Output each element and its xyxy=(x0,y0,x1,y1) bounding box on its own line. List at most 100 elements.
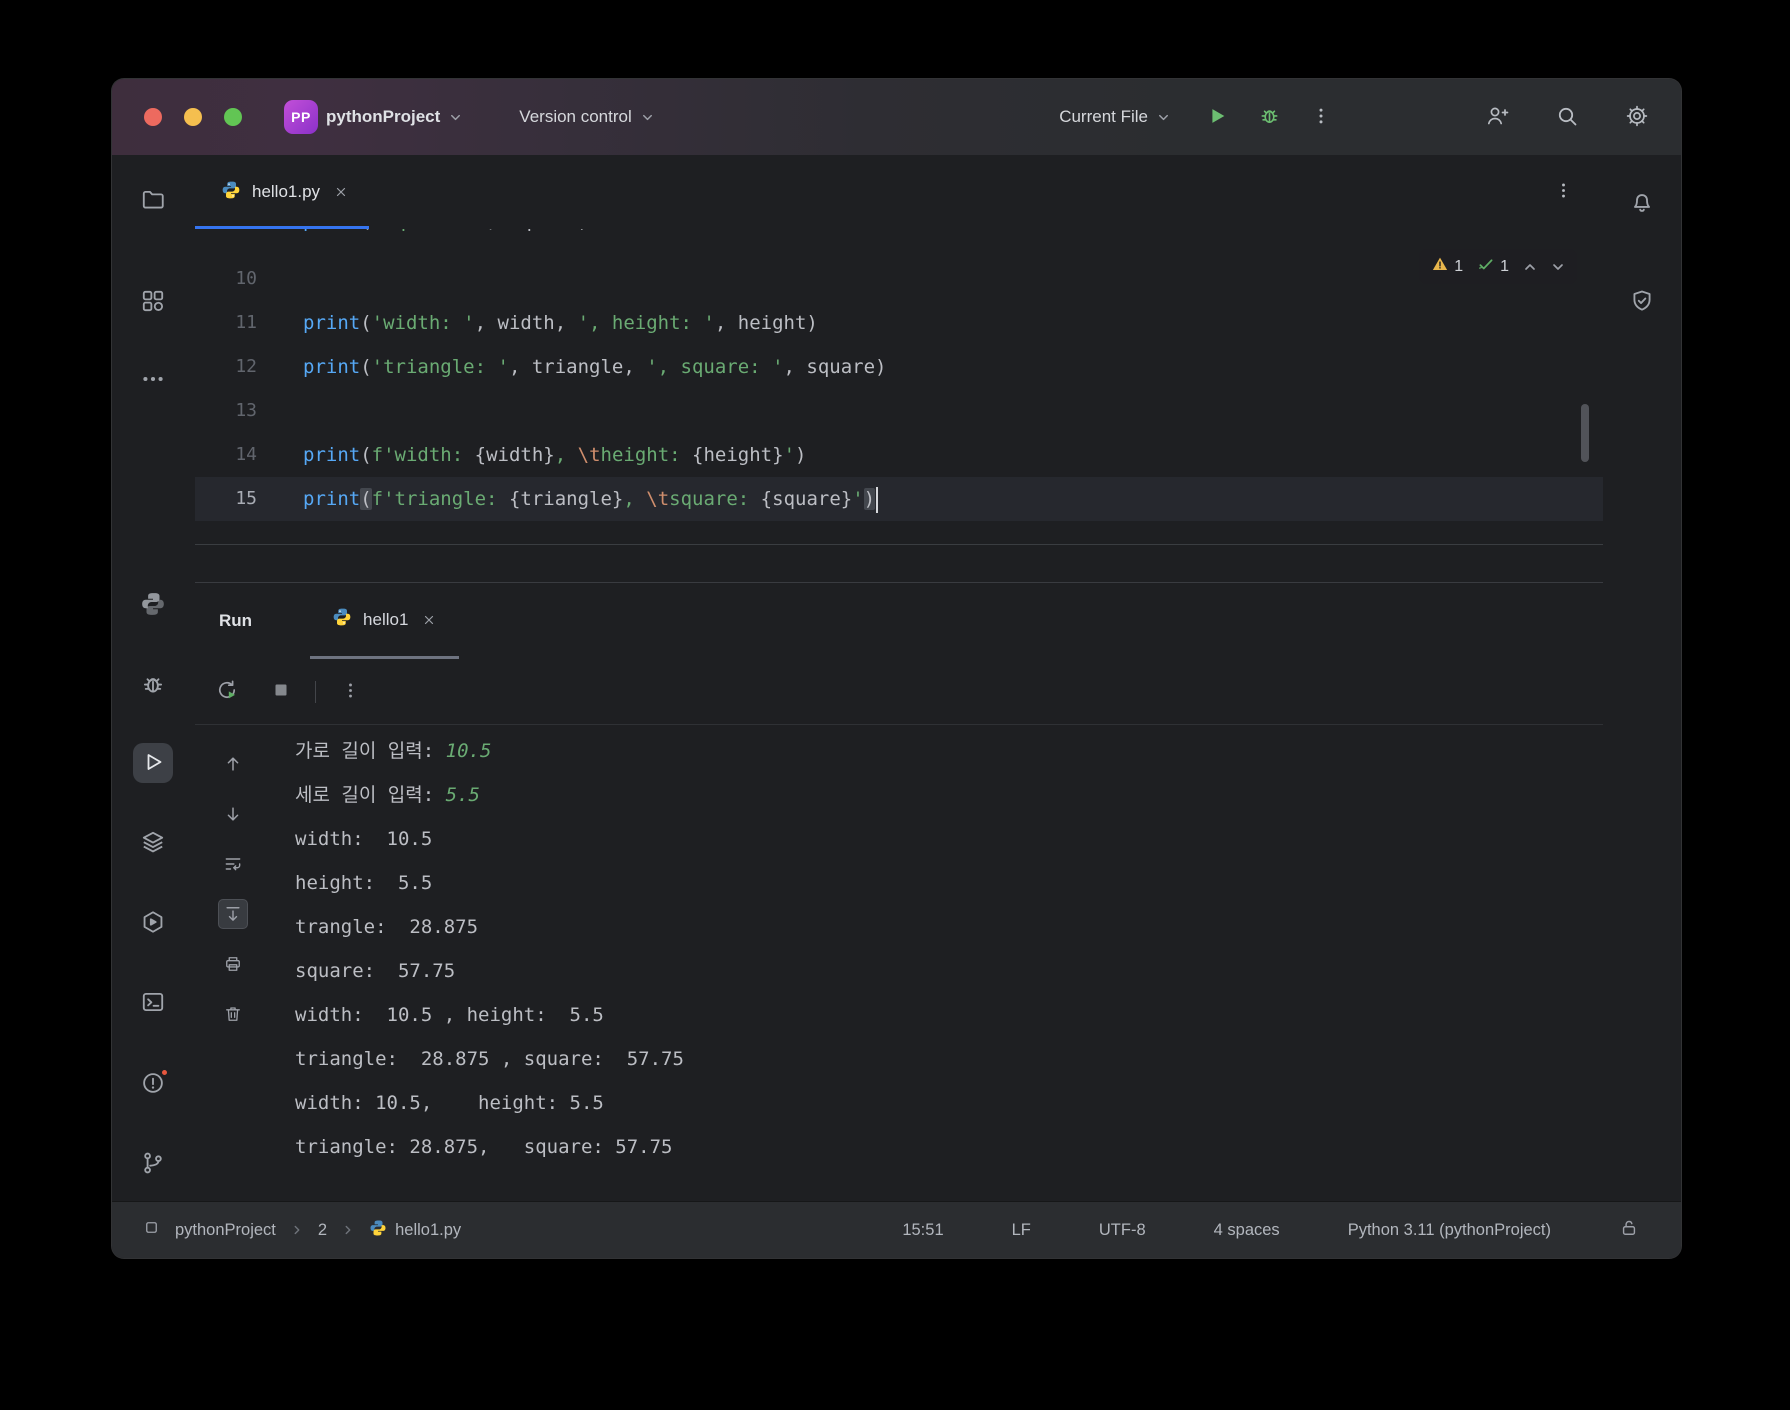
close-run-tab-button[interactable] xyxy=(421,612,437,628)
print-button[interactable] xyxy=(218,949,248,979)
code-line[interactable]: 14 print(f'width: {width}, \theight: {hei… xyxy=(195,433,1603,477)
run-configuration-selector[interactable]: Current File xyxy=(1049,99,1181,135)
code-token: print xyxy=(303,444,361,466)
notifications-button[interactable] xyxy=(1622,182,1662,222)
debug-button[interactable] xyxy=(1249,97,1289,137)
right-toolbar xyxy=(1603,155,1681,1201)
unlock-icon xyxy=(1619,1218,1639,1243)
problems-tool-window-button[interactable] xyxy=(133,1064,173,1104)
warnings-counter[interactable]: 1 xyxy=(1427,253,1467,280)
code-token: f xyxy=(371,488,384,510)
minimize-window-button[interactable] xyxy=(184,108,202,126)
bug-icon xyxy=(140,671,166,700)
services-tool-window-button[interactable] xyxy=(133,823,173,863)
run-anything-button[interactable] xyxy=(133,903,173,943)
settings-button[interactable] xyxy=(1617,97,1657,137)
code-line[interactable]: 13 xyxy=(195,389,1603,433)
code-token: } xyxy=(543,444,555,466)
code-token: { xyxy=(508,488,521,510)
scroll-to-end-button[interactable] xyxy=(218,899,248,929)
search-everywhere-button[interactable] xyxy=(1547,97,1587,137)
project-tool-window-button[interactable] xyxy=(133,181,173,221)
ok-count: 1 xyxy=(1500,257,1509,275)
run-tab-hello1[interactable]: hello1 xyxy=(310,583,460,659)
console-text: 세로 길이 입력: xyxy=(295,784,446,806)
warning-count: 1 xyxy=(1454,257,1464,275)
run-configuration-label: Current File xyxy=(1059,107,1148,126)
close-window-button[interactable] xyxy=(144,108,162,126)
vcs-label: Version control xyxy=(519,107,632,126)
code-token: height xyxy=(737,312,807,334)
console-line: triangle: 28.875, square: 57.75 xyxy=(295,1125,1603,1169)
python-file-icon xyxy=(369,1219,387,1242)
console-user-input: 10.5 xyxy=(445,740,492,762)
code-line[interactable]: 11 print('width: ', width, ', height: ', … xyxy=(195,301,1603,345)
code-token: , xyxy=(554,312,578,334)
code-token: ', height: ' xyxy=(577,312,715,334)
chevron-down-icon xyxy=(1156,110,1171,125)
zoom-window-button[interactable] xyxy=(224,108,242,126)
console-text: height: 5.5 xyxy=(295,872,433,894)
soft-wrap-button[interactable] xyxy=(218,849,248,879)
debug-tool-window-button[interactable] xyxy=(133,665,173,705)
clear-console-button[interactable] xyxy=(218,999,248,1029)
close-tab-button[interactable] xyxy=(333,184,349,200)
version-control-tool-window-button[interactable] xyxy=(133,1144,173,1184)
python-packages-icon xyxy=(140,591,166,620)
code-text: print(f'width: {width}, \theight: {heigh… xyxy=(257,433,806,477)
shield-check-icon xyxy=(1629,288,1655,317)
code-token: print xyxy=(303,488,361,510)
run-button[interactable] xyxy=(1197,97,1237,137)
code-token: ( xyxy=(360,229,371,232)
console-line: 세로 길이 입력: 5.5 xyxy=(295,773,1603,817)
layers-icon xyxy=(140,829,166,858)
console-output[interactable]: 가로 길이 입력: 10.5 세로 길이 입력: 5.5 width: 10.5 he… xyxy=(295,725,1603,1201)
encoding-widget[interactable]: UTF-8 xyxy=(1097,1217,1148,1244)
python-packages-tool-window-button[interactable] xyxy=(133,585,173,625)
project-name: pythonProject xyxy=(326,107,441,126)
run-options-button[interactable] xyxy=(332,674,368,710)
indent-widget[interactable]: 4 spaces xyxy=(1212,1217,1282,1244)
console-text: width: 10.5 , height: 5.5 xyxy=(295,1004,604,1026)
code-line[interactable]: 10 xyxy=(195,257,1603,301)
code-token: ' xyxy=(783,444,796,466)
more-tool-windows-button[interactable] xyxy=(133,360,173,400)
code-token: } xyxy=(772,444,784,466)
file-encoding: UTF-8 xyxy=(1098,1220,1146,1239)
interpreter-widget[interactable]: Python 3.11 (pythonProject) xyxy=(1346,1217,1553,1244)
stop-button[interactable] xyxy=(263,674,299,710)
status-bar: pythonProject 2 hello1.py 15:51 LF UTF-8… xyxy=(112,1201,1681,1258)
terminal-tool-window-button[interactable] xyxy=(133,983,173,1023)
ok-counter[interactable]: 1 xyxy=(1473,253,1513,280)
up-stacktrace-button[interactable] xyxy=(218,749,248,779)
structure-tool-window-button[interactable] xyxy=(133,282,173,322)
breadcrumb-project[interactable]: pythonProject xyxy=(173,1217,278,1244)
down-stacktrace-button[interactable] xyxy=(218,799,248,829)
cursor-position-widget[interactable]: 15:51 xyxy=(900,1217,945,1244)
rerun-button[interactable] xyxy=(209,674,245,710)
run-tool-window: Run hello1 가로 길이 입력: 10.5 세로 길이 입력: 5.5 … xyxy=(195,582,1603,1201)
code-with-me-button[interactable] xyxy=(1477,97,1517,137)
editor-empty-space xyxy=(195,545,1603,582)
run-tool-window-button[interactable] xyxy=(133,743,173,783)
kebab-menu-icon xyxy=(1311,106,1331,129)
security-widget-button[interactable] xyxy=(1622,282,1662,322)
next-problem-button[interactable] xyxy=(1547,256,1569,278)
previous-problem-button[interactable] xyxy=(1519,256,1541,278)
play-hexagon-icon xyxy=(140,909,166,938)
tab-hello1-py[interactable]: hello1.py xyxy=(195,155,370,229)
chevron-down-icon xyxy=(448,110,463,125)
editor-scrollbar[interactable] xyxy=(1581,404,1589,462)
code-token: print xyxy=(303,312,361,334)
breadcrumb-file[interactable]: hello1.py xyxy=(367,1215,463,1246)
read-write-lock-widget[interactable] xyxy=(1617,1214,1641,1247)
editor-tab-options-button[interactable] xyxy=(1543,172,1583,212)
line-separator-widget[interactable]: LF xyxy=(1010,1217,1033,1244)
code-line[interactable]: 12 print('triangle: ', triangle, ', squar… xyxy=(195,345,1603,389)
vcs-widget[interactable]: Version control xyxy=(509,99,664,135)
more-actions-button[interactable] xyxy=(1301,97,1341,137)
code-editor[interactable]: print('square: ', square) 1011print('wid… xyxy=(195,229,1603,545)
project-selector[interactable]: PP pythonProject xyxy=(274,92,473,142)
breadcrumb-folder[interactable]: 2 xyxy=(316,1217,329,1244)
code-line[interactable]: 15 print(f'triangle: {triangle}, \tsquare… xyxy=(195,477,1603,521)
